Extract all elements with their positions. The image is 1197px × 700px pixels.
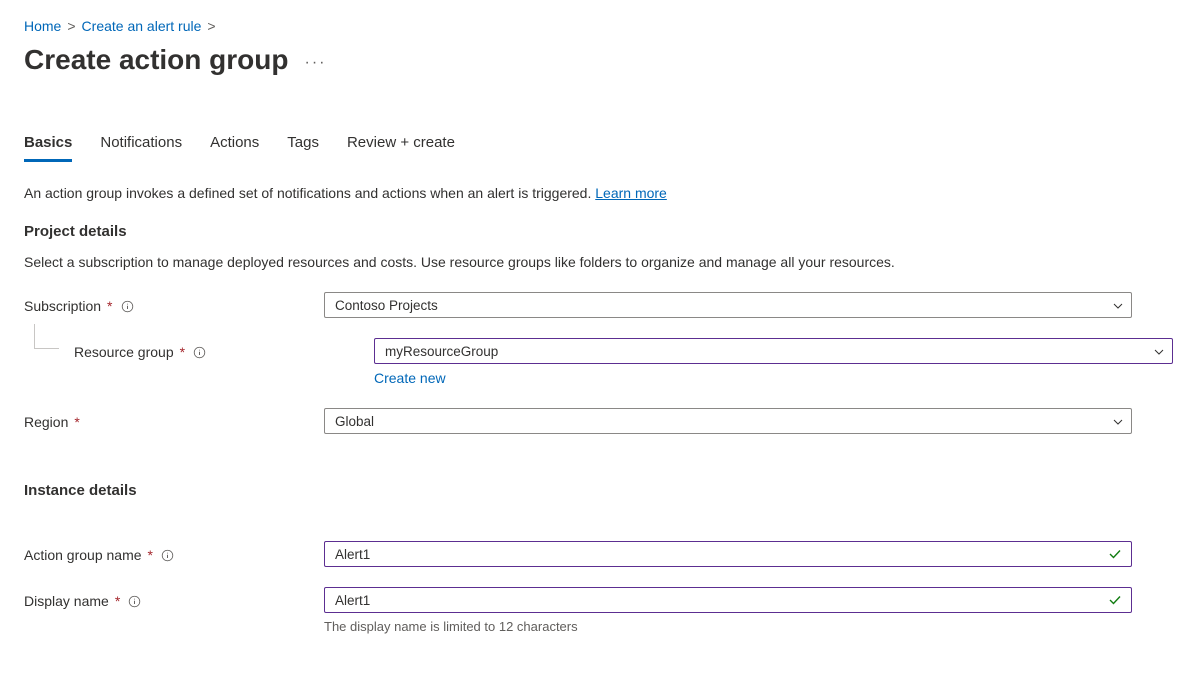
more-actions-button[interactable]: ··· (304, 49, 326, 71)
display-name-input[interactable] (324, 587, 1132, 613)
info-icon[interactable] (193, 346, 206, 359)
tab-notifications[interactable]: Notifications (100, 130, 182, 162)
tabs: Basics Notifications Actions Tags Review… (24, 130, 1173, 163)
resource-group-label: Resource group * (24, 338, 374, 360)
required-indicator: * (107, 298, 112, 314)
tab-review-create[interactable]: Review + create (347, 130, 455, 162)
action-group-name-label-text: Action group name (24, 547, 142, 563)
resource-group-label-text: Resource group (74, 344, 174, 360)
region-label-text: Region (24, 414, 68, 430)
required-indicator: * (148, 547, 153, 563)
intro-text: An action group invokes a defined set of… (24, 185, 1173, 201)
create-new-link[interactable]: Create new (374, 370, 446, 386)
intro-description: An action group invokes a defined set of… (24, 185, 595, 201)
breadcrumb: Home > Create an alert rule > (24, 18, 1173, 34)
subscription-label: Subscription * (24, 292, 324, 314)
action-group-name-label: Action group name * (24, 541, 324, 563)
page-title: Create action group (24, 44, 288, 76)
breadcrumb-home[interactable]: Home (24, 18, 61, 34)
breadcrumb-separator: > (67, 18, 75, 34)
display-name-helper: The display name is limited to 12 charac… (324, 619, 1132, 634)
tab-basics[interactable]: Basics (24, 130, 72, 162)
required-indicator: * (74, 414, 79, 430)
project-details-description: Select a subscription to manage deployed… (24, 254, 1173, 270)
instance-details-heading: Instance details (24, 482, 1173, 499)
region-label: Region * (24, 408, 324, 430)
required-indicator: * (115, 593, 120, 609)
action-group-name-input[interactable] (324, 541, 1132, 567)
project-details-heading: Project details (24, 223, 1173, 240)
info-icon[interactable] (121, 300, 134, 313)
resource-group-select[interactable] (374, 338, 1173, 364)
subscription-select[interactable] (324, 292, 1132, 318)
display-name-label-text: Display name (24, 593, 109, 609)
hierarchy-line (34, 324, 59, 349)
info-icon[interactable] (161, 549, 174, 562)
required-indicator: * (180, 344, 185, 360)
display-name-label: Display name * (24, 587, 324, 609)
info-icon[interactable] (128, 595, 141, 608)
tab-actions[interactable]: Actions (210, 130, 259, 162)
subscription-label-text: Subscription (24, 298, 101, 314)
tab-tags[interactable]: Tags (287, 130, 319, 162)
learn-more-link[interactable]: Learn more (595, 185, 667, 201)
breadcrumb-create-alert-rule[interactable]: Create an alert rule (82, 18, 202, 34)
region-select[interactable] (324, 408, 1132, 434)
breadcrumb-separator: > (207, 18, 215, 34)
